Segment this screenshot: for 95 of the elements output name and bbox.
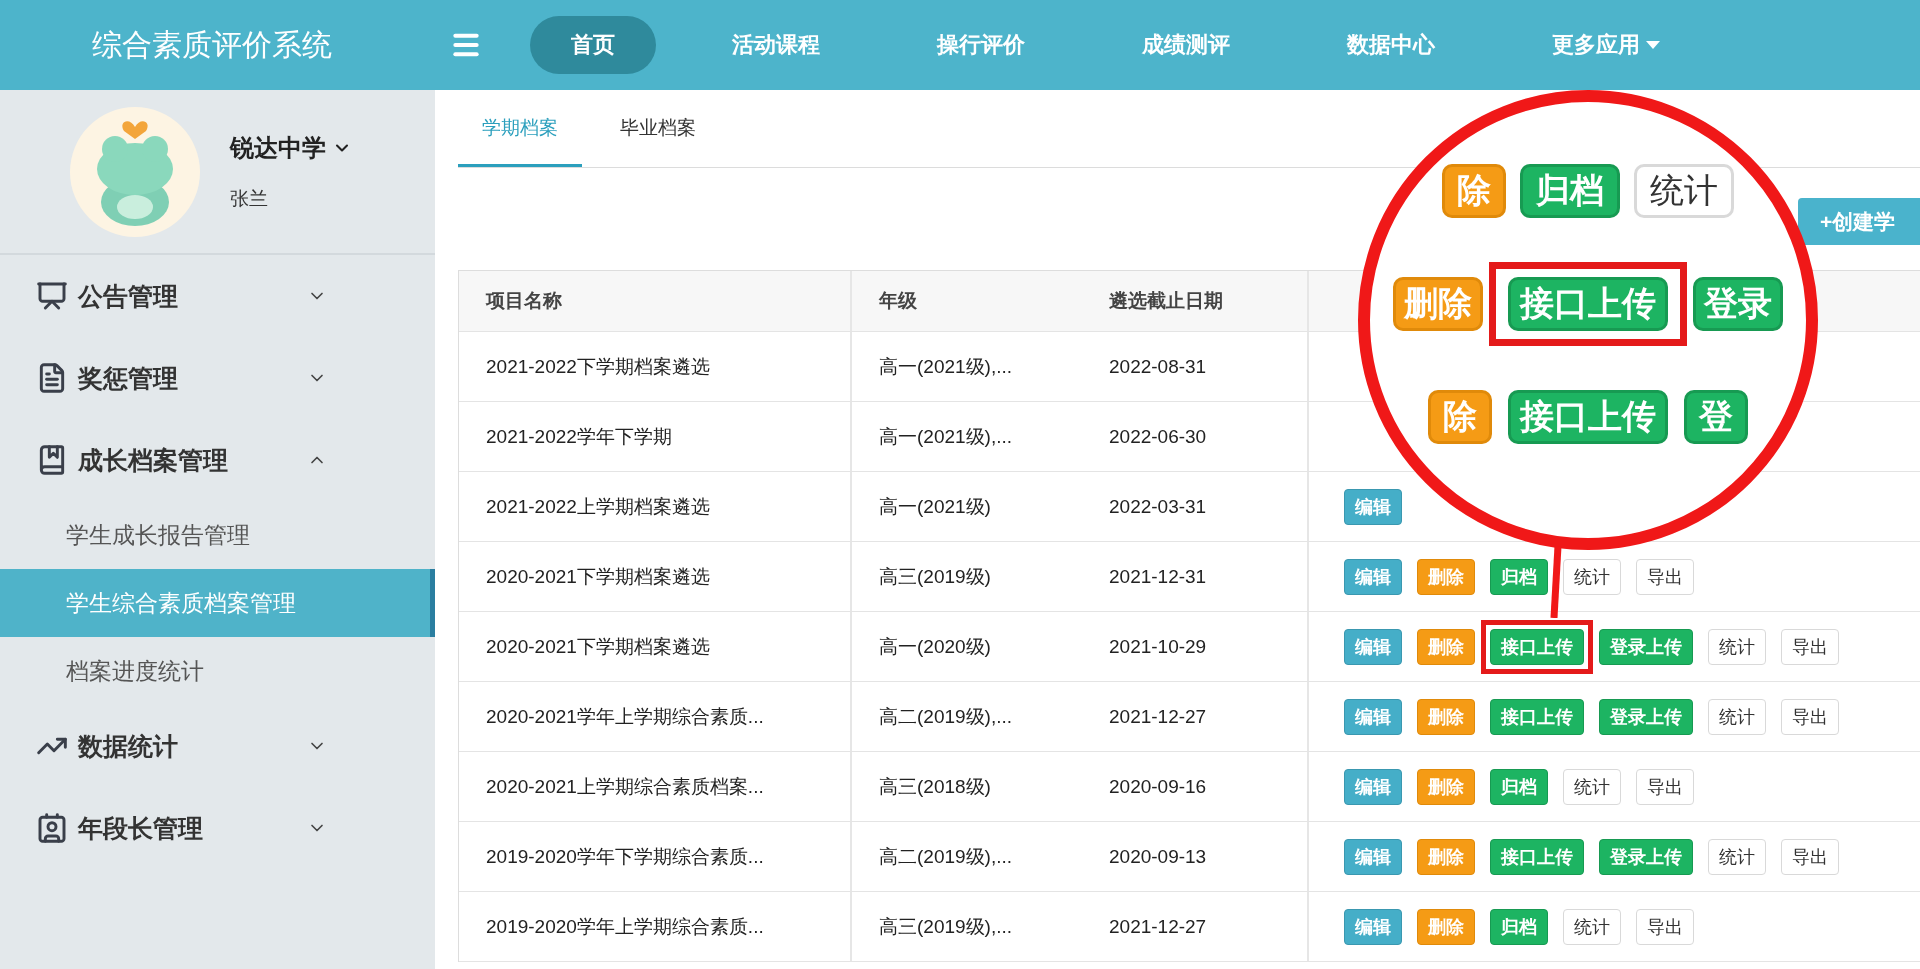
table-cell: 2020-09-16 [1109,775,1207,798]
action-button[interactable]: 编辑 [1344,558,1402,595]
action-button[interactable]: 编辑 [1344,838,1402,875]
sidebar-item[interactable]: 年段长管理 [0,787,435,869]
action-button[interactable]: 登录上传 [1599,838,1693,875]
table-cell: 2021-12-27 [1109,915,1207,938]
sidebar-subitem[interactable]: 学生综合素质档案管理 [0,569,435,637]
user-name: 张兰 [230,186,269,211]
magnified-button[interactable]: 统计 [1634,164,1734,218]
magnified-button[interactable]: 登 [1684,390,1748,444]
action-button[interactable]: 接口上传 [1490,698,1584,735]
action-button[interactable]: 统计 [1563,768,1621,805]
action-button[interactable]: 归档 [1490,768,1548,805]
action-button[interactable]: 统计 [1708,838,1766,875]
table-cell-text: 高一(2021级),... [879,354,1013,379]
action-button[interactable]: 登录上传 [1599,628,1693,665]
magnified-button[interactable]: 除 [1442,164,1506,218]
action-button[interactable]: 删除 [1417,838,1475,875]
table-cell: 2022-08-31 [1109,355,1207,378]
table-cell-text: 2020-2021下学期档案遴选 [486,564,710,589]
app-title: 综合素质评价系统 [91,26,333,63]
sidebar-item[interactable]: 成长档案管理 [0,419,435,501]
table-cell-text: 2021-2022上学期档案遴选 [486,494,710,519]
action-button[interactable]: 统计 [1708,628,1766,665]
table-cell-text: 2019-2020学年下学期综合素质... [486,844,764,869]
action-button[interactable]: 导出 [1636,558,1694,595]
action-button[interactable]: 编辑 [1344,628,1402,665]
table-cell: 2022-06-30 [1109,425,1207,448]
action-button[interactable]: 编辑 [1344,768,1402,805]
column-header: 遴选截止日期 [1109,289,1223,313]
action-button[interactable]: 统计 [1708,698,1766,735]
nav-tab[interactable]: 首页 [530,16,656,74]
action-button[interactable]: 编辑 [1344,908,1402,945]
sidebar-item[interactable]: 奖惩管理 [0,337,435,419]
action-button[interactable]: 导出 [1781,838,1839,875]
sidebar-item[interactable]: 公告管理 [0,255,435,337]
table-cell: 2020-09-13 [1109,845,1207,868]
table-cell-text: 2020-2021上学期综合素质档案... [486,774,764,799]
action-button[interactable]: 登录上传 [1599,698,1693,735]
table-cell: 2022-03-31 [1109,495,1207,518]
table-cell-text: 高三(2018级) [879,774,991,799]
action-button[interactable]: 导出 [1781,628,1839,665]
action-button[interactable]: 删除 [1417,628,1475,665]
action-button[interactable]: 删除 [1417,768,1475,805]
sidebar-subitem[interactable]: 档案进度统计 [0,637,435,705]
action-button[interactable]: 删除 [1417,558,1475,595]
nav-tab[interactable]: 操行评价 [896,16,1066,74]
table-cell: 2021-12-27 [1109,705,1207,728]
action-button[interactable]: 接口上传 [1490,838,1584,875]
nav-tab[interactable]: 数据中心 [1306,16,1476,74]
contact-card-icon [36,812,68,844]
action-button[interactable]: 导出 [1636,768,1694,805]
table-cell-text: 2019-2020学年上学期综合素质... [486,914,764,939]
action-button[interactable]: 导出 [1781,698,1839,735]
sidebar-item[interactable]: 数据统计 [0,705,435,787]
table-cell-text: 2020-2021下学期档案遴选 [486,634,710,659]
magnified-button[interactable]: 除 [1428,390,1492,444]
action-button[interactable]: 编辑 [1344,488,1402,525]
sign-board-icon [36,280,68,312]
magnified-button[interactable]: 删除 [1393,277,1483,331]
table-cell: 2021-12-31 [1109,565,1207,588]
action-button[interactable]: 导出 [1636,908,1694,945]
action-button[interactable]: 归档 [1490,908,1548,945]
action-button[interactable]: 接口上传 [1490,628,1584,665]
table-cell-text: 2020-2021学年上学期综合素质... [486,704,764,729]
table-cell-text: 2021-2022下学期档案遴选 [486,354,710,379]
action-button[interactable]: 统计 [1563,558,1621,595]
nav-tab[interactable]: 活动课程 [691,16,861,74]
column-header: 年级 [879,289,917,313]
nav-tab[interactable]: 成绩测评 [1101,16,1271,74]
column-header: 项目名称 [486,289,562,313]
table-cell-text: 2021-2022学年下学期 [486,424,672,449]
action-button[interactable]: 统计 [1563,908,1621,945]
nav-tab[interactable]: 更多应用 [1511,16,1701,74]
table-cell-text: 高三(2019级),... [879,914,1013,939]
table-cell-text: 高一(2021级),... [879,424,1013,449]
table-cell-text: 高二(2019级),... [879,704,1013,729]
action-button[interactable]: 编辑 [1344,698,1402,735]
action-button[interactable]: 归档 [1490,558,1548,595]
create-button[interactable]: +创建学 [1798,198,1920,245]
table-cell-text: 高二(2019级),... [879,844,1013,869]
action-button[interactable]: 删除 [1417,908,1475,945]
magnified-button[interactable]: 归档 [1520,164,1620,218]
tab[interactable]: 学期档案 [458,115,582,167]
table-cell-text: 高一(2020级) [879,634,991,659]
school-selector[interactable]: 锐达中学 [230,131,352,164]
table-cell-text: 高三(2019级) [879,564,991,589]
magnified-button[interactable]: 接口上传 [1508,390,1668,444]
table-cell: 2021-10-29 [1109,635,1207,658]
action-button[interactable]: 删除 [1417,698,1475,735]
magnified-button[interactable]: 登录 [1693,277,1783,331]
magnified-button[interactable]: 接口上传 [1508,277,1668,331]
table-cell-text: 高一(2021级) [879,494,991,519]
sidebar-subitem[interactable]: 学生成长报告管理 [0,501,435,569]
tab[interactable]: 毕业档案 [596,115,720,167]
